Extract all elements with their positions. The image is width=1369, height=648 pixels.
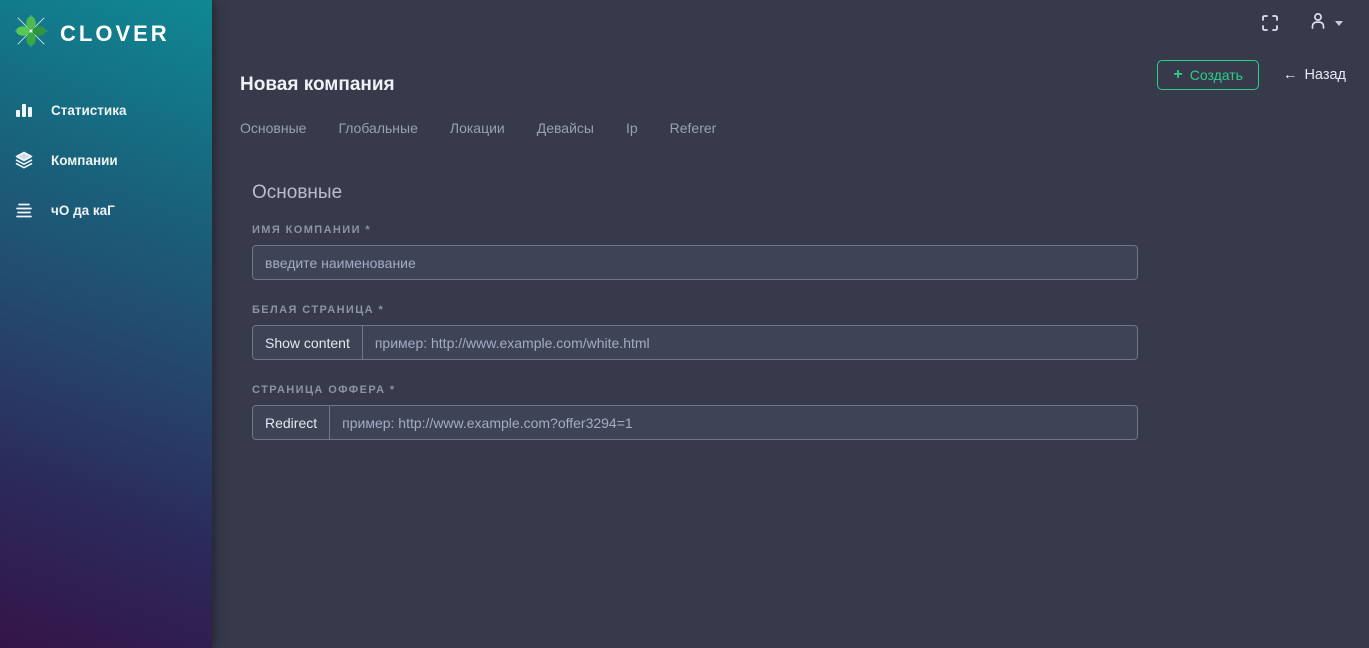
- bar-chart-icon: [14, 100, 34, 120]
- tab-osnovnye[interactable]: Основные: [240, 118, 322, 138]
- white-page-label: БЕЛАЯ СТРАНИЦА *: [252, 304, 1138, 316]
- sidebar-item-statistics[interactable]: Статистика: [0, 85, 212, 135]
- tab-bar: Основные Глобальные Локации Девайсы Ip R…: [212, 118, 1369, 138]
- white-page-input[interactable]: [363, 326, 1137, 359]
- arrow-left-icon: ←: [1283, 67, 1298, 83]
- create-button[interactable]: + Создать: [1157, 60, 1259, 90]
- company-name-input[interactable]: [252, 245, 1138, 280]
- align-lines-icon: [14, 200, 34, 220]
- offer-page-input[interactable]: [330, 406, 1137, 439]
- back-link[interactable]: ← Назад: [1283, 67, 1346, 83]
- sidebar: CLOVER Статистика Компании: [0, 0, 212, 648]
- tab-lokacii[interactable]: Локации: [434, 118, 521, 138]
- brand-logo[interactable]: CLOVER: [0, 0, 212, 65]
- page-header: Новая компания + Создать ← Назад: [212, 46, 1369, 96]
- white-page-prefix: Show content: [253, 326, 363, 359]
- header-actions: + Создать ← Назад: [1157, 60, 1346, 90]
- sidebar-item-cho-da-kag[interactable]: чО да каГ: [0, 185, 212, 235]
- topbar: [212, 0, 1369, 46]
- sidebar-item-label: Статистика: [51, 103, 126, 118]
- sidebar-item-label: чО да каГ: [51, 203, 115, 218]
- fullscreen-icon[interactable]: [1260, 13, 1280, 33]
- tab-ip[interactable]: Ip: [610, 118, 654, 138]
- section-title: Основные: [252, 182, 1138, 204]
- white-page-input-group: Show content: [252, 325, 1138, 360]
- tab-referer[interactable]: Referer: [654, 118, 733, 138]
- clover-logo-icon: [12, 12, 50, 55]
- form-section: Основные ИМЯ КОМПАНИИ * БЕЛАЯ СТРАНИЦА *…: [252, 182, 1138, 440]
- main-content: Новая компания + Создать ← Назад Основны…: [212, 0, 1369, 648]
- plus-icon: +: [1173, 68, 1182, 82]
- sidebar-nav: Статистика Компании чО да к: [0, 85, 212, 235]
- company-name-field: ИМЯ КОМПАНИИ *: [252, 224, 1138, 280]
- offer-page-prefix: Redirect: [253, 406, 330, 439]
- sidebar-item-companies[interactable]: Компании: [0, 135, 212, 185]
- layers-icon: [14, 150, 34, 170]
- user-menu[interactable]: [1308, 11, 1343, 36]
- offer-page-label: СТРАНИЦА ОФФЕРА *: [252, 384, 1138, 396]
- offer-page-field: СТРАНИЦА ОФФЕРА * Redirect: [252, 384, 1138, 440]
- company-name-label: ИМЯ КОМПАНИИ *: [252, 224, 1138, 236]
- chevron-down-icon: [1335, 21, 1343, 26]
- brand-name: CLOVER: [60, 21, 170, 47]
- tab-devaisy[interactable]: Девайсы: [521, 118, 610, 138]
- create-button-label: Создать: [1190, 67, 1243, 83]
- back-link-label: Назад: [1304, 67, 1346, 83]
- user-icon: [1308, 11, 1328, 36]
- page-title: Новая компания: [240, 74, 395, 96]
- sidebar-item-label: Компании: [51, 153, 118, 168]
- offer-page-input-group: Redirect: [252, 405, 1138, 440]
- white-page-field: БЕЛАЯ СТРАНИЦА * Show content: [252, 304, 1138, 360]
- tab-globalnye[interactable]: Глобальные: [322, 118, 433, 138]
